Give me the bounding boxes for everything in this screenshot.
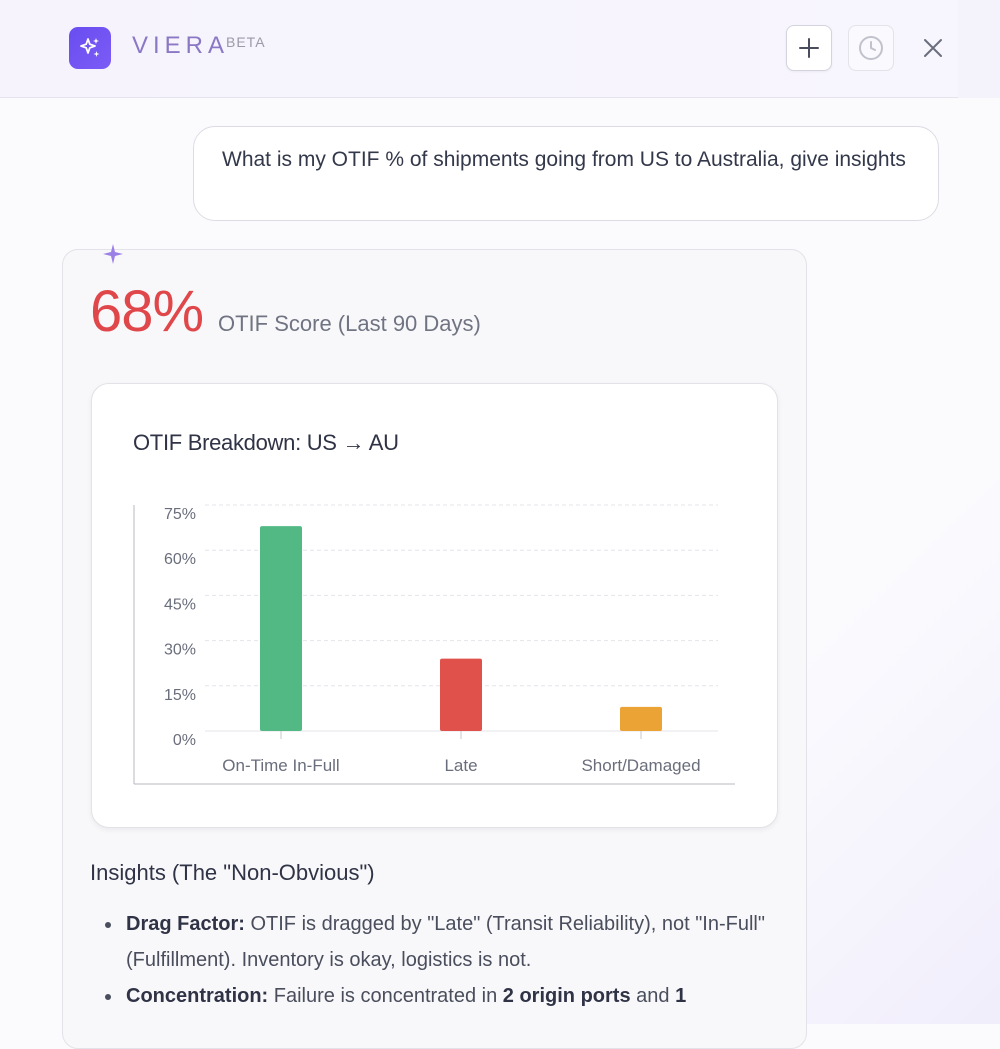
insight-highlight: 2 origin ports [502, 985, 631, 1007]
insight-label: Drag Factor: [126, 913, 245, 935]
chart-bar [260, 526, 302, 731]
y-tick-label: 60% [164, 551, 196, 568]
insight-text: Failure is concentrated in [268, 985, 503, 1007]
y-tick-label: 45% [164, 596, 196, 613]
y-tick-label: 75% [164, 506, 196, 523]
x-tick-label: Short/Damaged [581, 756, 700, 775]
insight-item: Drag Factor: OTIF is dragged by "Late" (… [90, 906, 790, 978]
chart-bar [620, 706, 662, 731]
insight-item: Concentration: Failure is concentrated i… [90, 978, 790, 1014]
y-tick-label: 15% [164, 687, 196, 704]
insight-highlight: 1 [675, 985, 687, 1007]
chart-bar [440, 658, 482, 731]
y-tick-label: 30% [164, 642, 196, 659]
x-tick-label: Late [444, 756, 477, 775]
insight-label: Concentration: [126, 985, 269, 1007]
x-tick-label: On-Time In-Full [222, 756, 339, 775]
y-tick-label: 0% [173, 732, 196, 749]
insights-title: Insights (The "Non-Obvious") [90, 860, 375, 885]
insight-text: and [630, 985, 676, 1007]
insights-list: Drag Factor: OTIF is dragged by "Late" (… [90, 906, 790, 1014]
